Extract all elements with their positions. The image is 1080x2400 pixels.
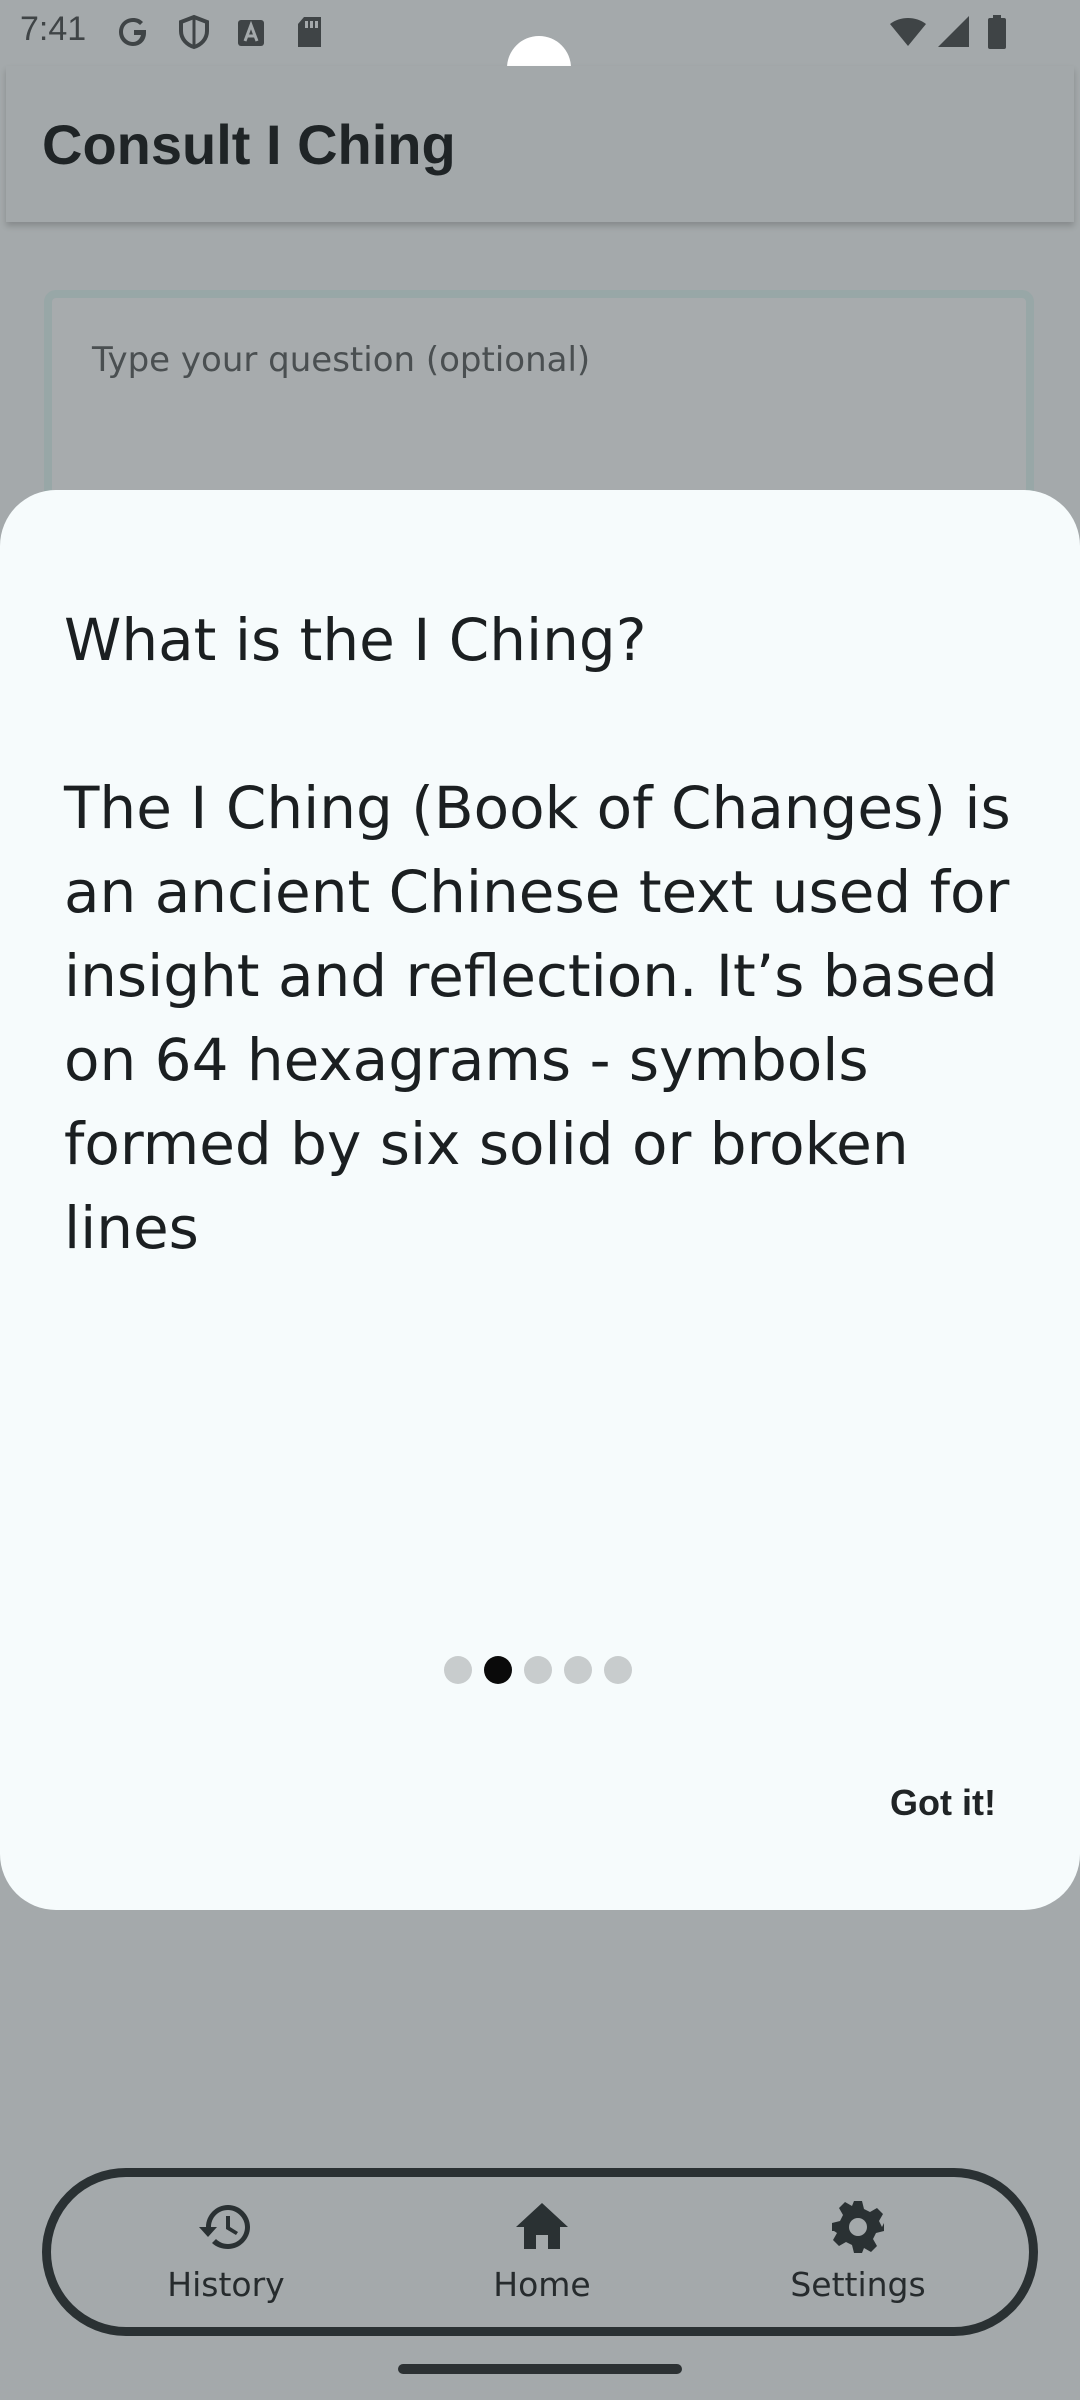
- page-dot-4[interactable]: [564, 1656, 592, 1684]
- screen: 7:41 Consult I Ching Type your question …: [0, 0, 1080, 2400]
- got-it-button[interactable]: Got it!: [870, 1774, 1016, 1832]
- sd-card-icon: [294, 14, 326, 50]
- question-placeholder: Type your question (optional): [92, 340, 591, 380]
- signal-icon: [936, 14, 972, 50]
- app-title: Consult I Ching: [42, 113, 456, 176]
- shield-icon: [176, 14, 212, 50]
- sheet-heading: What is the I Ching?: [64, 606, 647, 674]
- nav-label-settings: Settings: [790, 2265, 926, 2304]
- battery-icon: [986, 14, 1008, 50]
- google-icon: [116, 14, 152, 50]
- home-icon: [516, 2203, 568, 2249]
- font-a-icon: [236, 14, 268, 50]
- page-dot-5[interactable]: [604, 1656, 632, 1684]
- nav-item-home[interactable]: Home: [432, 2197, 652, 2317]
- page-dot-2-active[interactable]: [484, 1656, 512, 1684]
- nav-label-home: Home: [493, 2265, 591, 2304]
- app-bar: Consult I Ching: [6, 66, 1074, 222]
- wifi-icon: [888, 14, 928, 50]
- gear-icon: [832, 2201, 884, 2253]
- info-sheet: What is the I Ching? The I Ching (Book o…: [0, 490, 1080, 1910]
- status-time: 7:41: [20, 10, 87, 48]
- bottom-navigation: History Home Settings: [42, 2168, 1038, 2336]
- page-dot-3[interactable]: [524, 1656, 552, 1684]
- nav-item-history[interactable]: History: [116, 2197, 336, 2317]
- page-indicator: [444, 1656, 632, 1684]
- history-icon: [199, 2205, 250, 2249]
- nav-label-history: History: [167, 2265, 285, 2304]
- sheet-body-text: The I Ching (Book of Changes) is an anci…: [64, 774, 1011, 1262]
- page-dot-1[interactable]: [444, 1656, 472, 1684]
- gesture-handle[interactable]: [398, 2364, 682, 2374]
- nav-item-settings[interactable]: Settings: [748, 2197, 968, 2317]
